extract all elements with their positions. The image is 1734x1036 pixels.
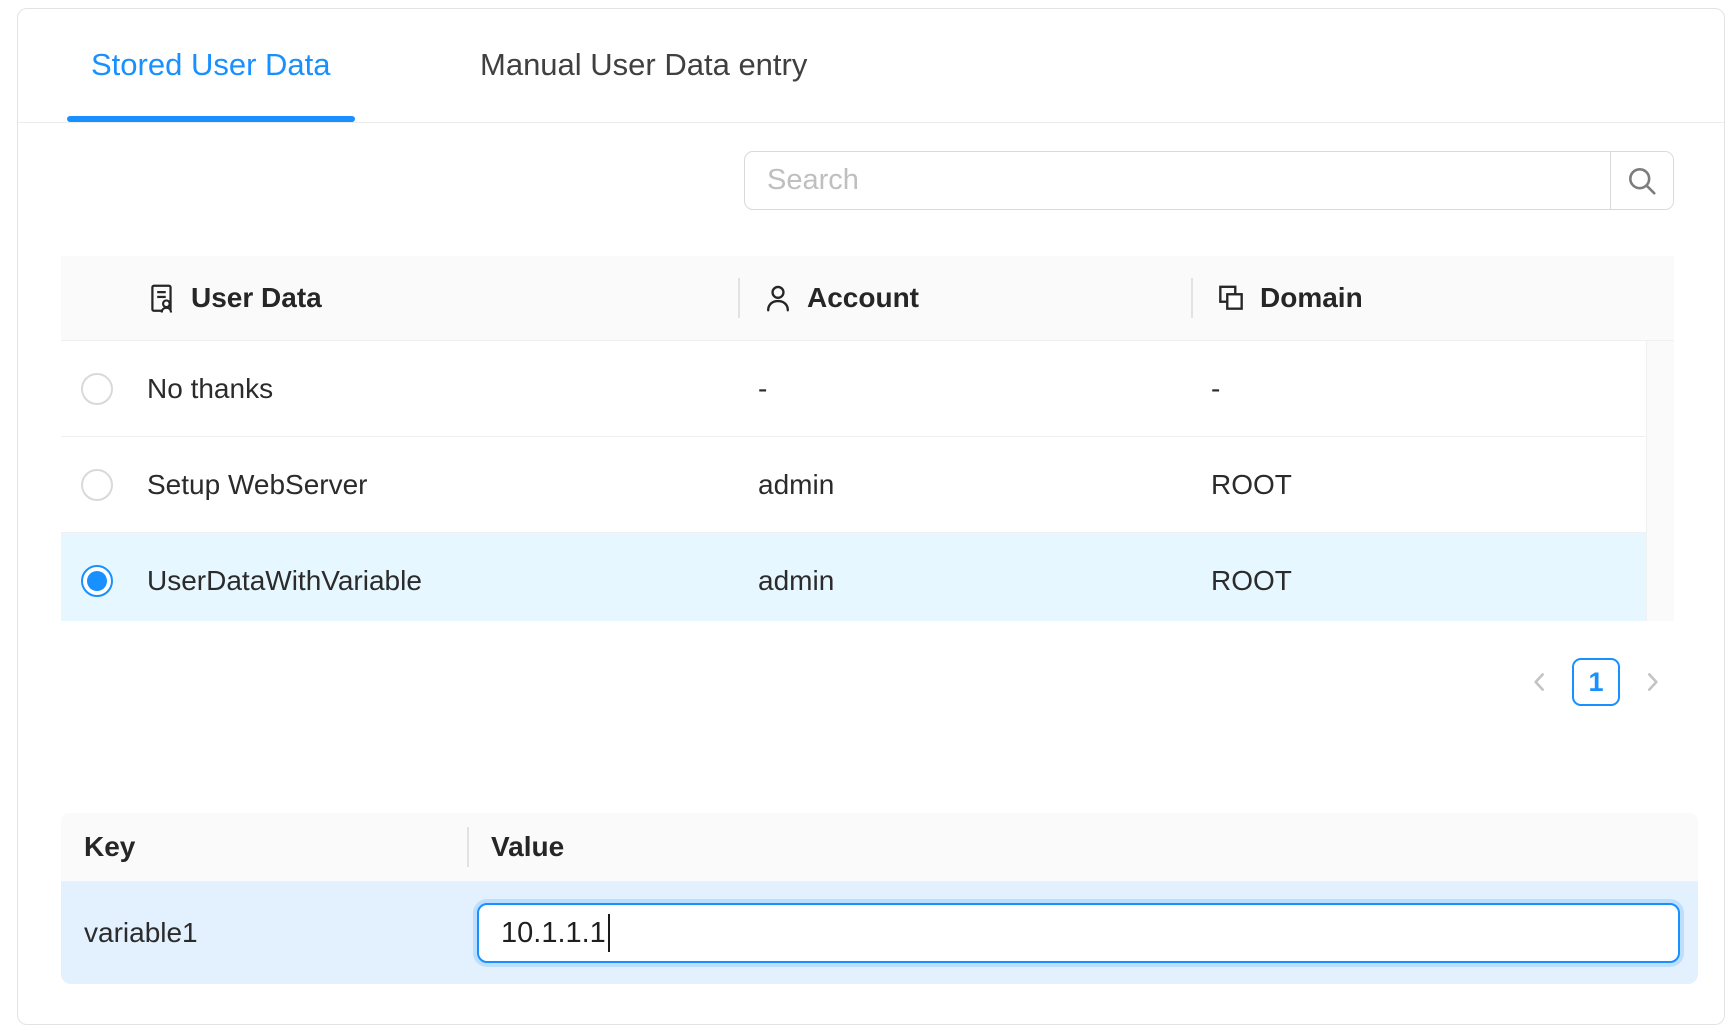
tab-bar: Stored User Data Manual User Data entry <box>18 9 1724 123</box>
stored-user-data-panel: Stored User Data Manual User Data entry <box>17 8 1725 1025</box>
user-data-table: User Data Account Domain <box>61 256 1674 621</box>
pagination-next-button[interactable] <box>1637 658 1667 706</box>
user-data-table-body: No thanks - - Setup WebServer admin ROOT… <box>61 341 1674 621</box>
cell-account: - <box>738 373 1191 405</box>
search-group <box>744 151 1674 210</box>
tab-stored-user-data[interactable]: Stored User Data <box>67 9 355 121</box>
table-row-no-thanks[interactable]: No thanks - - <box>61 341 1674 437</box>
value-input[interactable]: 10.1.1.1 <box>477 903 1680 963</box>
variable-value-cell: 10.1.1.1 <box>467 882 1698 984</box>
account-icon <box>762 282 794 314</box>
tab-stored-user-data-label: Stored User Data <box>91 47 331 83</box>
user-data-name: No thanks <box>147 373 273 405</box>
column-header-account-label: Account <box>807 282 919 314</box>
user-data-name: Setup WebServer <box>147 469 368 501</box>
cell-account: admin <box>738 565 1191 597</box>
cell-user-data: No thanks <box>61 373 738 405</box>
column-header-value: Value <box>467 831 1698 863</box>
column-divider <box>738 278 740 318</box>
cell-domain: ROOT <box>1191 565 1674 597</box>
column-header-user-data-label: User Data <box>191 282 322 314</box>
cell-account: admin <box>738 469 1191 501</box>
value-input-text: 10.1.1.1 <box>501 917 606 950</box>
tab-manual-user-data-entry-label: Manual User Data entry <box>480 47 807 83</box>
column-divider <box>1191 278 1193 318</box>
table-scrollbar-gutter[interactable] <box>1646 341 1674 621</box>
search-input[interactable] <box>745 152 1610 209</box>
text-cursor <box>608 914 611 952</box>
radio-button[interactable] <box>81 469 113 501</box>
pagination-prev-button[interactable] <box>1525 658 1555 706</box>
pagination-current-page: 1 <box>1588 667 1603 698</box>
pagination-page-1[interactable]: 1 <box>1572 658 1620 706</box>
chevron-left-icon <box>1527 669 1553 695</box>
active-tab-indicator <box>67 116 355 122</box>
column-header-account: Account <box>738 282 1191 314</box>
key-value-table: Key Value variable1 10.1.1.1 <box>61 813 1698 984</box>
radio-button[interactable] <box>81 373 113 405</box>
radio-button-selected[interactable] <box>81 565 113 597</box>
column-header-user-data: User Data <box>61 282 738 314</box>
cell-user-data: Setup WebServer <box>61 469 738 501</box>
column-divider <box>467 827 469 867</box>
column-header-key: Key <box>61 831 467 863</box>
variable-row: variable1 10.1.1.1 <box>61 882 1698 984</box>
chevron-right-icon <box>1639 669 1665 695</box>
cell-domain: ROOT <box>1191 469 1674 501</box>
column-header-domain: Domain <box>1191 282 1674 314</box>
column-header-domain-label: Domain <box>1260 282 1363 314</box>
domain-icon <box>1215 282 1247 314</box>
user-data-icon <box>146 282 178 314</box>
pagination: 1 <box>1525 658 1667 706</box>
cell-user-data: UserDataWithVariable <box>61 565 738 597</box>
user-data-table-header: User Data Account Domain <box>61 256 1674 341</box>
search-button[interactable] <box>1610 152 1673 209</box>
table-row-userdatawithvariable[interactable]: UserDataWithVariable admin ROOT <box>61 533 1674 621</box>
search-icon <box>1625 164 1659 198</box>
cell-domain: - <box>1191 373 1674 405</box>
tab-manual-user-data-entry[interactable]: Manual User Data entry <box>456 9 831 121</box>
variable-key: variable1 <box>61 917 467 949</box>
table-row-setup-webserver[interactable]: Setup WebServer admin ROOT <box>61 437 1674 533</box>
user-data-name: UserDataWithVariable <box>147 565 422 597</box>
key-value-header: Key Value <box>61 813 1698 882</box>
